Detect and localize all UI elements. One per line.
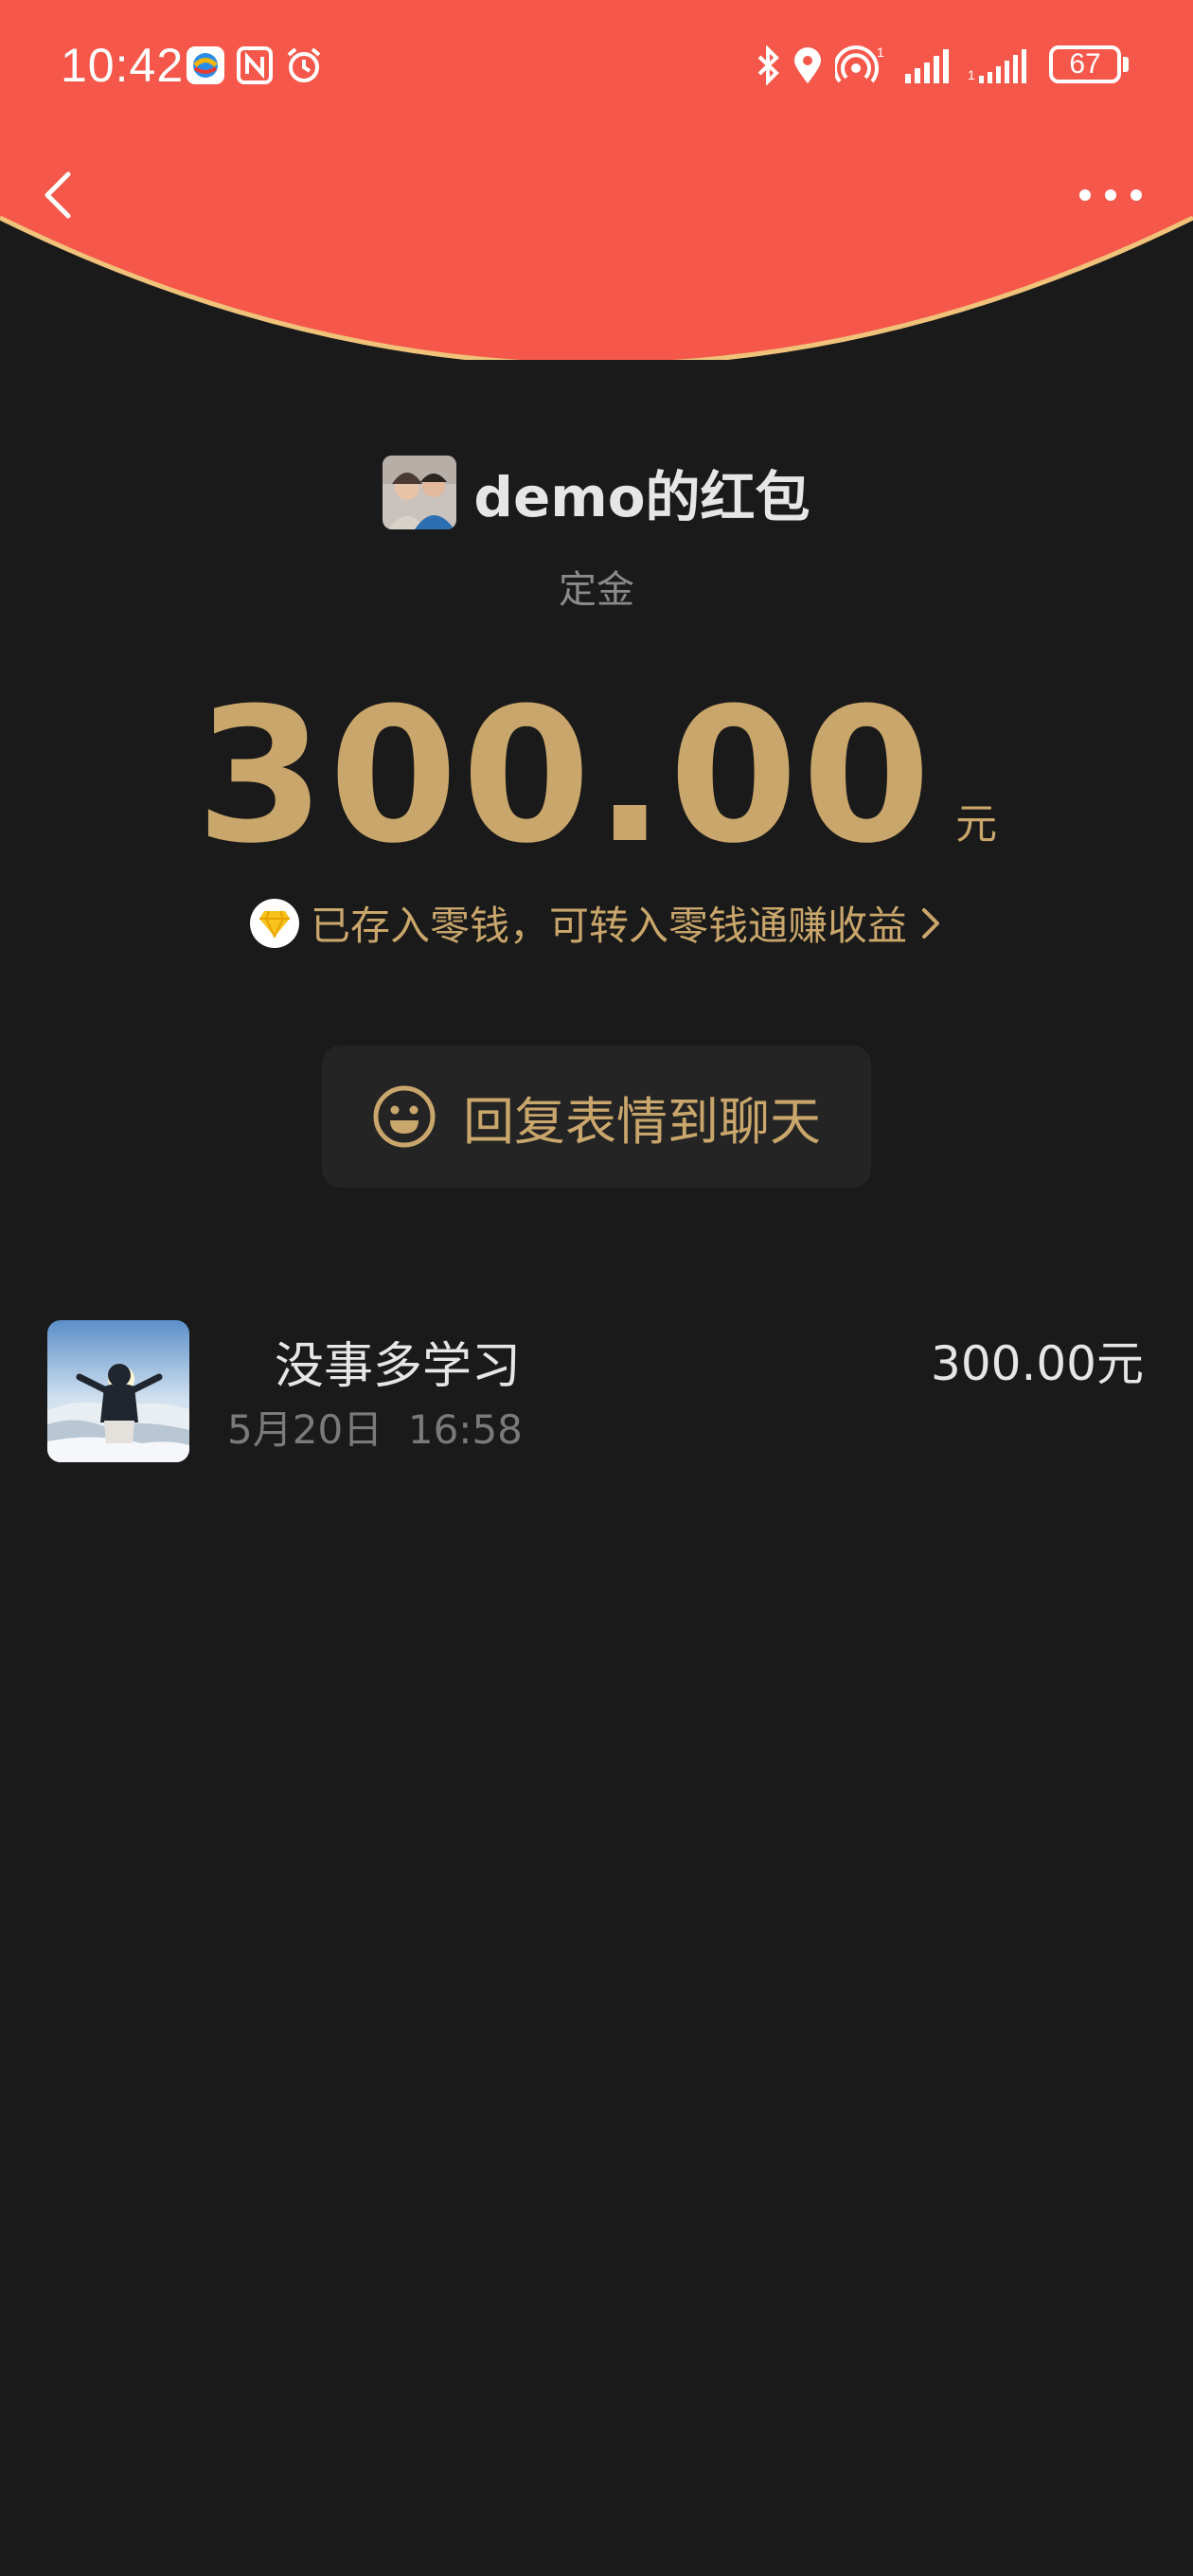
signal-icon (903, 45, 956, 85)
alarm-icon (284, 45, 324, 85)
status-time: 10:42 (61, 39, 185, 92)
nfc-icon (235, 45, 275, 85)
reply-emoji-label: 回复表情到聊天 (463, 1091, 821, 1152)
diamond-icon (249, 898, 299, 948)
receive-record-row[interactable]: 没事多学习 5月20日 16:58 300.00元 (0, 1316, 1193, 1468)
battery-indicator: 67 (1049, 45, 1121, 83)
envelope-remark: 定金 (559, 568, 634, 612)
sender-name: demo的红包 (473, 465, 810, 529)
chevron-right-icon (922, 907, 939, 939)
sender-avatar[interactable] (383, 456, 457, 529)
location-icon (788, 45, 828, 85)
amount-value: 300.00 (195, 669, 935, 885)
receiver-avatar[interactable] (47, 1320, 189, 1462)
change-notice-link[interactable]: 已存入零钱，可转入零钱通赚收益 (0, 894, 1193, 952)
app-notification-icon (186, 45, 225, 85)
receive-time: 5月20日 16:58 (227, 1406, 523, 1453)
sender-row: demo的红包 (0, 453, 1193, 529)
status-bar: 10:42 1 1 67 (0, 0, 1193, 133)
amount-unit: 元 (955, 800, 998, 849)
chevron-left-icon (45, 171, 71, 219)
receive-amount: 300.00元 (931, 1336, 1144, 1391)
back-button[interactable] (32, 161, 89, 227)
red-packet-detail-page: 10:42 1 1 67 demo的红包 定金 300.00 元 已存入零钱，可… (0, 0, 1193, 2576)
amount-display: 300.00 元 (0, 682, 1193, 871)
more-dots-icon (1079, 189, 1142, 201)
svg-text:1: 1 (877, 45, 884, 60)
svg-text:1: 1 (968, 67, 975, 82)
receiver-name: 没事多学习 (275, 1338, 522, 1395)
bluetooth-icon (748, 45, 788, 86)
reply-emoji-button[interactable]: 回复表情到聊天 (322, 1046, 871, 1188)
change-notice-text: 已存入零钱，可转入零钱通赚收益 (310, 903, 907, 949)
battery-tip (1123, 57, 1129, 72)
smiley-icon (373, 1085, 436, 1148)
hotspot-icon: 1 (833, 45, 888, 85)
signal-secondary-icon: 1 (968, 45, 1040, 85)
more-button[interactable] (1074, 176, 1149, 214)
